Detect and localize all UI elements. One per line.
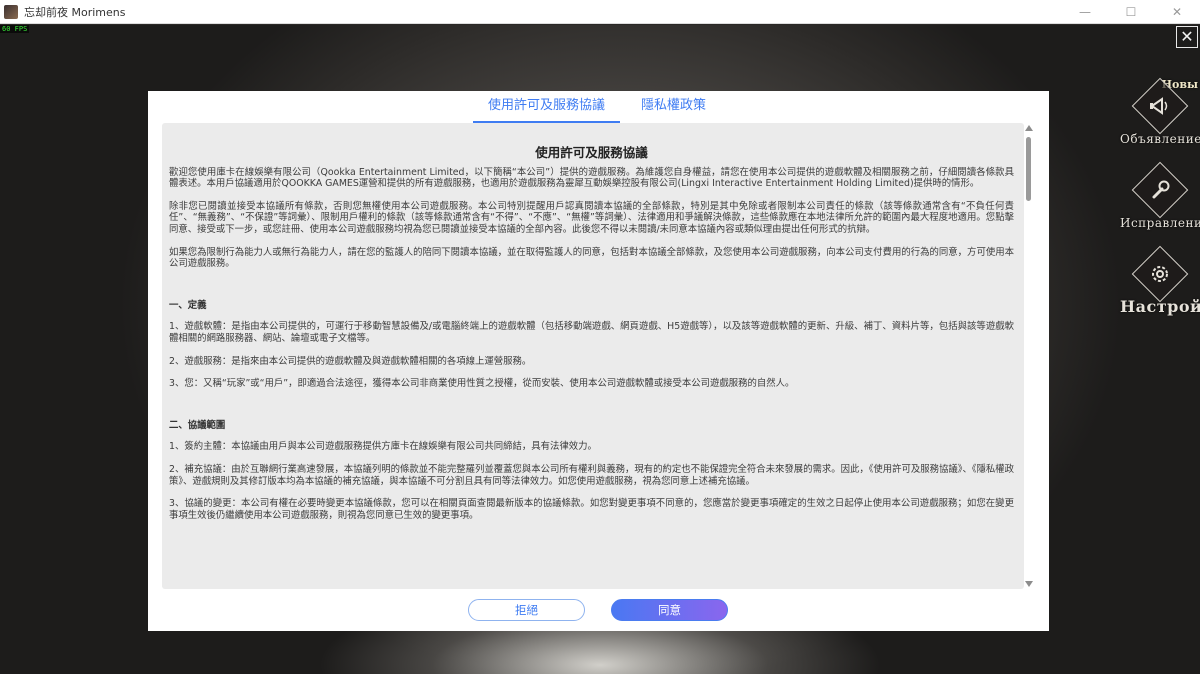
vertical-scrollbar[interactable] bbox=[1024, 123, 1034, 589]
section-title: 二、協議範圍 bbox=[169, 419, 226, 431]
maximize-button[interactable]: ☐ bbox=[1108, 0, 1154, 24]
app-icon bbox=[4, 4, 18, 19]
gear-icon bbox=[1152, 266, 1168, 282]
intro-paragraph: 歡迎您使用庫卡在線娛樂有限公司（Qookka Entertainment Lim… bbox=[169, 166, 1014, 190]
window-titlebar: 忘却前夜 Morimens — ☐ ✕ bbox=[0, 0, 1200, 24]
sidebar-item-patch[interactable]: Исправление bbox=[1120, 161, 1200, 230]
wrench-icon bbox=[1152, 180, 1170, 199]
agreement-title: 使用許可及服務協議 bbox=[535, 145, 648, 160]
window-controls: — ☐ ✕ bbox=[1062, 0, 1200, 24]
fps-counter: 60 FPS bbox=[0, 25, 30, 33]
section-item: 3、您：又稱“玩家”或“用戶”，即適過合法途徑，獲得本公司非商業使用性質之授權，… bbox=[169, 378, 795, 390]
intro-paragraph: 如果您為限制行為能力人或無行為能力人，請在您的監護人的陪同下閱讀本協議，並在取得… bbox=[169, 246, 1014, 270]
agreement-dialog: 使用許可及服務協議 隱私權政策 使用許可及服務協議 歡迎您使用庫卡在線娛樂有限公… bbox=[148, 91, 1049, 631]
minimize-button[interactable]: — bbox=[1062, 0, 1108, 24]
scroll-thumb[interactable] bbox=[1026, 137, 1031, 201]
tab-privacy-policy[interactable]: 隱私權政策 bbox=[641, 97, 706, 123]
agreement-scroll-area[interactable]: 使用許可及服務協議 歡迎您使用庫卡在線娛樂有限公司（Qookka Enterta… bbox=[162, 123, 1024, 589]
intro-paragraph: 除非您已閱讀並接受本協議所有條款，否則您無權使用本公司遊戲服務。本公司特別提醒用… bbox=[169, 200, 1014, 235]
reject-button[interactable]: 拒絕 bbox=[468, 599, 585, 621]
section-item: 1、遊戲軟體：是指由本公司提供的，可運行于移動智慧設備及/或電腦終端上的遊戲軟體… bbox=[169, 321, 1014, 344]
scroll-down-arrow-icon[interactable] bbox=[1025, 581, 1033, 587]
section-item: 3、協議的變更：本公司有權在必要時變更本協議條款，您可以在相關頁面查閱最新版本的… bbox=[169, 498, 1014, 521]
close-window-button[interactable]: ✕ bbox=[1154, 0, 1200, 24]
window-title: 忘却前夜 Morimens bbox=[24, 5, 126, 19]
section-item: 1、簽約主體：本協議由用戶與本公司遊戲服務提供方庫卡在線娛樂有限公司共同締結，具… bbox=[169, 441, 597, 453]
sidebar-item-settings[interactable]: Настройк bbox=[1120, 245, 1200, 315]
sidebar-item-announcement[interactable]: Объявление bbox=[1120, 77, 1200, 146]
agree-button[interactable]: 同意 bbox=[611, 599, 728, 621]
tab-bar: 使用許可及服務協議 隱私權政策 bbox=[148, 91, 1049, 123]
tab-terms-of-service[interactable]: 使用許可及服務協議 bbox=[473, 97, 621, 123]
megaphone-icon bbox=[1150, 97, 1168, 115]
scroll-up-arrow-icon[interactable] bbox=[1025, 125, 1033, 131]
game-close-button[interactable]: ✕ bbox=[1176, 26, 1198, 48]
section-title: 一、定義 bbox=[169, 299, 207, 311]
section-item: 2、遊戲服務：是指來由本公司提供的遊戲軟體及與遊戲軟體相關的各項線上運營服務。 bbox=[169, 355, 532, 367]
section-item: 2、補充協議：由於互聯網行業高速發展，本協議列明的條款並不能完整羅列並覆蓋您與本… bbox=[169, 463, 1015, 487]
agreement-content: 使用許可及服務協議 歡迎您使用庫卡在線娛樂有限公司（Qookka Enterta… bbox=[169, 145, 1015, 532]
